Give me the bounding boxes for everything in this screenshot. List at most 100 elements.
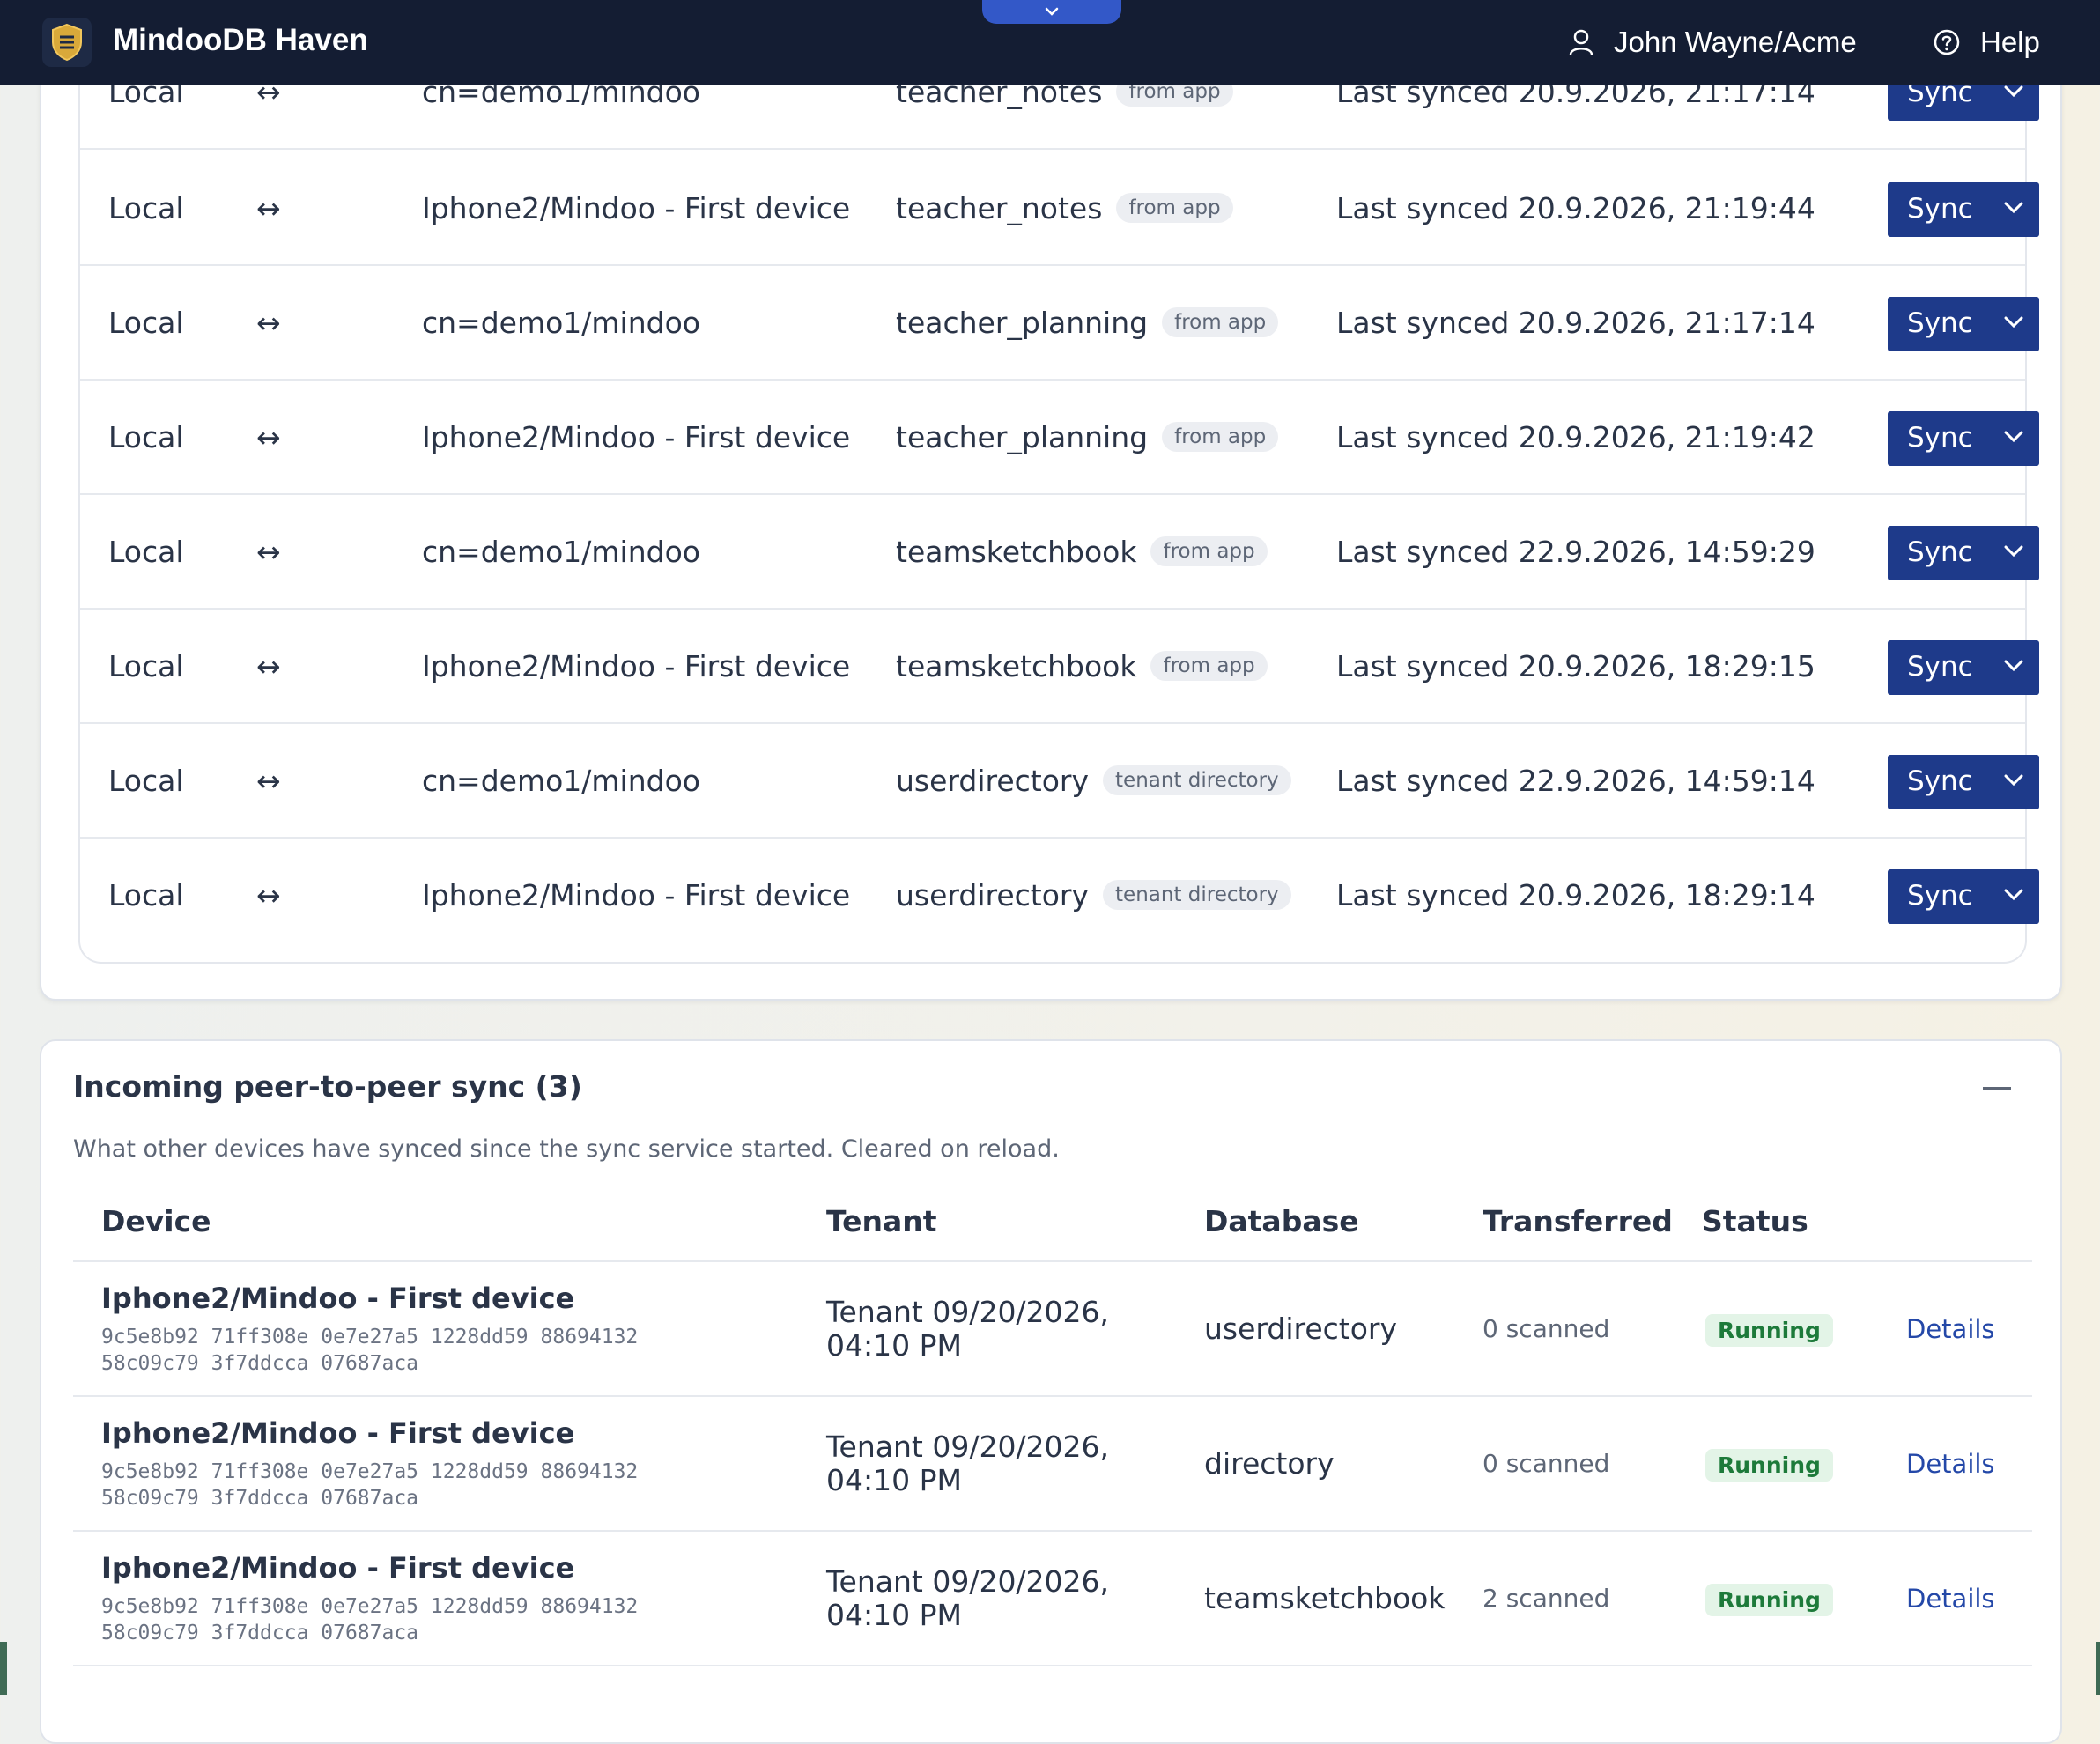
- shield-logo-icon[interactable]: [42, 18, 92, 67]
- sync-button[interactable]: Sync: [1888, 182, 2039, 237]
- help-button[interactable]: Help: [1933, 25, 2040, 60]
- database-origin-badge: tenant directory: [1103, 765, 1291, 795]
- panel-toggle-tab[interactable]: [982, 0, 1121, 24]
- source-label: Local: [108, 305, 184, 340]
- outgoing-sync-card: Local ↔ cn=demo1/mindoo teacher_notes from a…: [40, 35, 2062, 1001]
- last-synced: Last synced 22.9.2026, 14:59:29: [1336, 534, 1815, 569]
- sync-button-label: Sync: [1907, 765, 1973, 797]
- minus-icon[interactable]: [1983, 1087, 2011, 1090]
- source-label: Local: [108, 419, 184, 454]
- sync-button-label: Sync: [1907, 307, 1973, 339]
- user-icon: [1569, 29, 1593, 55]
- last-synced: Last synced 20.9.2026, 18:29:15: [1336, 648, 1815, 684]
- chevron-down-icon[interactable]: [2002, 543, 2025, 559]
- chevron-down-icon[interactable]: [2002, 887, 2025, 903]
- device-name: cn=demo1/mindoo: [422, 305, 700, 340]
- database-name: teamsketchbook: [896, 534, 1137, 569]
- device-key-line: 9c5e8b92 71ff308e 0e7e27a5 1228dd59 8869…: [101, 1326, 639, 1349]
- section-title: Incoming peer-to-peer sync (3): [73, 1069, 582, 1104]
- table-row: Iphone2/Mindoo - First device 9c5e8b92 71…: [73, 1262, 2032, 1397]
- chevron-down-icon[interactable]: [2002, 772, 2025, 788]
- sync-button-label: Sync: [1907, 880, 1973, 912]
- table-row: Local ↔ Iphone2/Mindoo - First device teach…: [80, 151, 2039, 266]
- device-name: Iphone2/Mindoo - First device: [422, 648, 851, 684]
- database-name: teacher_planning: [896, 419, 1149, 454]
- source-label: Local: [108, 877, 184, 913]
- chevron-down-icon[interactable]: [2002, 200, 2025, 216]
- tenant-name: Tenant 09/20/2026, 04:10 PM: [826, 1430, 1110, 1497]
- database-cell: teamsketchbook from app: [896, 495, 1268, 608]
- details-link[interactable]: Details: [1906, 1397, 1995, 1530]
- database-origin-badge: tenant directory: [1103, 880, 1291, 910]
- bidirectional-arrow-icon: ↔: [256, 305, 281, 340]
- sync-button[interactable]: Sync: [1888, 755, 2039, 809]
- details-link[interactable]: Details: [1906, 1262, 1995, 1395]
- column-header-database: Database: [1204, 1204, 1359, 1238]
- background-accent-left: [0, 1642, 7, 1695]
- table-row: Local ↔ cn=demo1/mindoo teamsketchbook from …: [80, 495, 2039, 610]
- device-key-line: 58c09c79 3f7ddcca 07687aca: [101, 1352, 419, 1375]
- sync-button[interactable]: Sync: [1888, 297, 2039, 351]
- database-name: teacher_planning: [896, 305, 1149, 340]
- column-header-status: Status: [1702, 1204, 1808, 1238]
- chevron-down-icon[interactable]: [2002, 84, 2025, 100]
- source-label: Local: [108, 534, 184, 569]
- table-row: Iphone2/Mindoo - First device 9c5e8b92 71…: [73, 1397, 2032, 1532]
- tenant-name: Tenant 09/20/2026, 04:10 PM: [826, 1564, 1110, 1632]
- last-synced: Last synced 20.9.2026, 21:19:42: [1336, 419, 1815, 454]
- tenant-name: Tenant 09/20/2026, 04:10 PM: [826, 1295, 1110, 1363]
- bidirectional-arrow-icon: ↔: [256, 419, 281, 454]
- details-link[interactable]: Details: [1906, 1532, 1995, 1665]
- device-key-line: 58c09c79 3f7ddcca 07687aca: [101, 1622, 419, 1644]
- user-menu[interactable]: John Wayne/Acme: [1568, 25, 1857, 60]
- source-label: Local: [108, 648, 184, 684]
- section-description: What other devices have synced since the…: [73, 1135, 1060, 1163]
- device-key: 9c5e8b92 71ff308e 0e7e27a5 1228dd59 8869…: [101, 1324, 718, 1377]
- table-row: Local ↔ cn=demo1/mindoo userdirectory tenant…: [80, 724, 2039, 839]
- chevron-down-icon[interactable]: [2002, 314, 2025, 330]
- transferred-count: 0 scanned: [1483, 1449, 1610, 1478]
- device-key-line: 9c5e8b92 71ff308e 0e7e27a5 1228dd59 8869…: [101, 1595, 639, 1618]
- incoming-sync-card: Incoming peer-to-peer sync (3) What othe…: [40, 1039, 2062, 1744]
- transferred-count: 0 scanned: [1483, 1314, 1610, 1343]
- database-name: userdirectory: [896, 763, 1090, 798]
- column-header-device: Device: [101, 1204, 211, 1238]
- database-cell: userdirectory tenant directory: [896, 839, 1291, 951]
- database-cell: teacher_notes from app: [896, 151, 1233, 264]
- chevron-down-icon[interactable]: [2002, 429, 2025, 445]
- device-name: Iphone2/Mindoo - First device: [101, 1282, 575, 1315]
- sync-button[interactable]: Sync: [1888, 411, 2039, 466]
- bidirectional-arrow-icon: ↔: [256, 648, 281, 684]
- status-badge: Running: [1705, 1449, 1833, 1482]
- database-name: directory: [1204, 1446, 1335, 1481]
- bidirectional-arrow-icon: ↔: [256, 763, 281, 798]
- sync-button[interactable]: Sync: [1888, 869, 2039, 924]
- chevron-down-icon[interactable]: [2002, 658, 2025, 674]
- chevron-down-icon: [1045, 7, 1059, 16]
- bidirectional-arrow-icon: ↔: [256, 534, 281, 569]
- device-name: Iphone2/Mindoo - First device: [101, 1416, 575, 1450]
- database-cell: teacher_planning from app: [896, 266, 1279, 379]
- sync-button[interactable]: Sync: [1888, 640, 2039, 695]
- status-badge: Running: [1705, 1584, 1833, 1616]
- user-name: John Wayne/Acme: [1614, 26, 1857, 58]
- device-name: Iphone2/Mindoo - First device: [422, 877, 851, 913]
- app-title: MindooDB Haven: [113, 23, 368, 57]
- column-header-transferred: Transferred: [1483, 1204, 1673, 1238]
- last-synced: Last synced 20.9.2026, 18:29:14: [1336, 877, 1815, 913]
- database-name: teacher_notes: [896, 190, 1103, 225]
- database-name: userdirectory: [896, 877, 1090, 913]
- top-bar: MindooDB Haven John Wayne/Acme Help: [0, 0, 2100, 85]
- table-row: Local ↔ Iphone2/Mindoo - First device userd…: [80, 839, 2039, 953]
- sync-button-label: Sync: [1907, 536, 1973, 568]
- database-origin-badge: from app: [1150, 651, 1268, 681]
- sync-button[interactable]: Sync: [1888, 526, 2039, 580]
- database-cell: userdirectory tenant directory: [896, 724, 1291, 837]
- last-synced: Last synced 20.9.2026, 21:19:44: [1336, 190, 1815, 225]
- source-label: Local: [108, 763, 184, 798]
- sync-button-label: Sync: [1907, 422, 1973, 454]
- last-synced: Last synced 20.9.2026, 21:17:14: [1336, 305, 1815, 340]
- database-cell: teacher_planning from app: [896, 381, 1279, 493]
- shield-logo-icon-graphic: [52, 23, 82, 62]
- device-name: Iphone2/Mindoo - First device: [422, 190, 851, 225]
